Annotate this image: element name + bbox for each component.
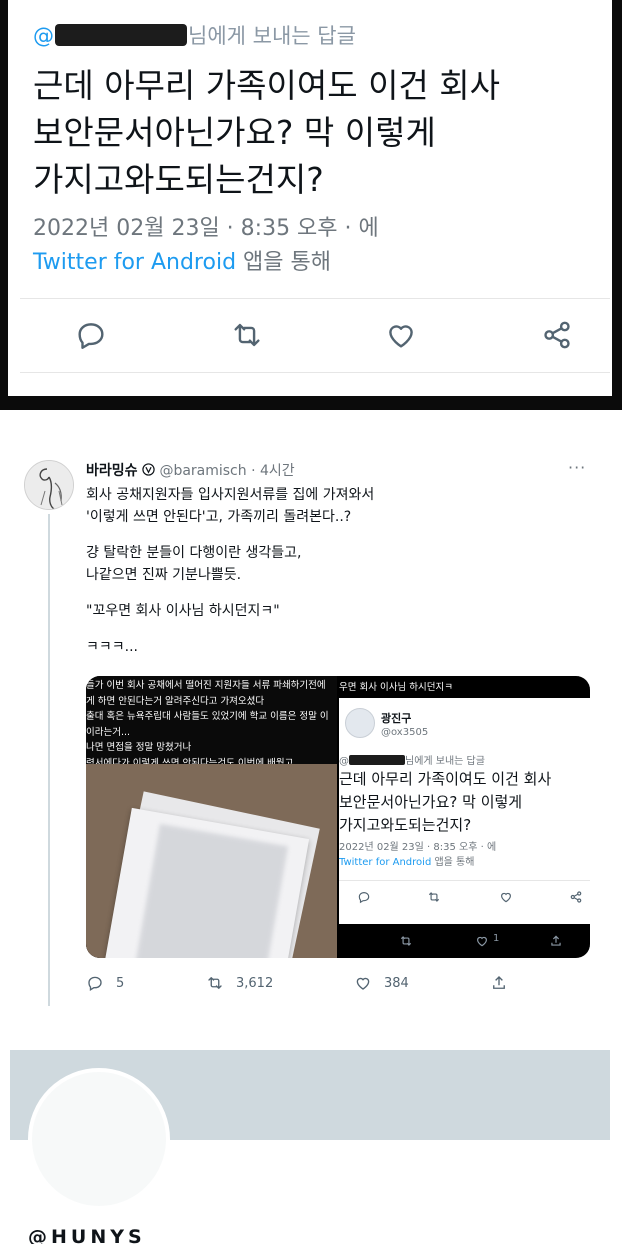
- frame-border-bottom: [0, 396, 622, 410]
- upload-icon: [493, 976, 505, 989]
- media-image-left[interactable]: 들가 이번 회사 공채에서 떨어진 지원자들 서류 파쇄하기전에 게 하면 안된…: [86, 676, 337, 958]
- reply-button[interactable]: [74, 318, 108, 352]
- document-photo: [86, 764, 337, 958]
- retweet-button[interactable]: 3,612: [206, 972, 273, 994]
- like-button[interactable]: [384, 318, 418, 352]
- tweet-meta: 2022년 02월 23일 · 8:35 오후 · 에 Twitter for …: [339, 840, 496, 870]
- profile-header: @HUNYS: [0, 1048, 622, 1244]
- like-icon: [356, 977, 370, 990]
- tweet-line: ㅋㅋㅋ...: [86, 639, 138, 655]
- reply-context: @ 님에게 보내는 답글: [339, 752, 485, 767]
- like-count: 1: [493, 933, 500, 944]
- tweet: 바라밍슈 @baramisch · 4시간 ··· 회사 공채지원자들 입사지원…: [0, 448, 622, 1028]
- avatar: [345, 708, 375, 738]
- retweet-icon: [208, 977, 222, 989]
- user-handle[interactable]: @baramisch: [159, 463, 246, 479]
- retweet-icon: [400, 936, 412, 946]
- display-name[interactable]: 바라밍슈: [86, 463, 138, 479]
- reply-icon: [88, 976, 102, 991]
- tweet-meta: 2022년 02월 23일 · 8:35 오후 · 에 Twitter for …: [33, 212, 379, 280]
- reply-icon: [78, 323, 104, 349]
- divider: [20, 298, 610, 299]
- media-caption: 들가 이번 회사 공채에서 떨어진 지원자들 서류 파쇄하기전에 게 하면 안된…: [86, 678, 337, 771]
- reply-button[interactable]: 5: [86, 972, 124, 994]
- media-caption-line: 나면 면접을 정말 망쳤거나: [86, 742, 192, 753]
- verified-badge-icon: [142, 463, 155, 476]
- tweet-time[interactable]: · 4시간: [247, 463, 295, 479]
- media-caption-line: 들가 이번 회사 공채에서 떨어진 지원자들 서류 파쇄하기전에: [86, 680, 326, 691]
- reply-mention-at: @: [339, 756, 349, 767]
- media-image-right[interactable]: 우면 회사 이사님 하시던지ㅋ 광진구 @ox3505 @ 님에게 보내는 답글 …: [339, 676, 590, 958]
- like-count: 384: [384, 975, 409, 991]
- display-name: 광진구: [381, 712, 412, 725]
- tweet-body-line: 가지고와도되는건지?: [339, 816, 472, 834]
- source-suffix: 앱을 통해: [431, 857, 475, 868]
- blurred-form: [133, 823, 289, 958]
- media-action-row: [339, 888, 590, 908]
- divider: [20, 372, 610, 373]
- tweet-line: 걍 탈락한 분들이 다행이란 생각들고,: [86, 545, 302, 561]
- divider: [339, 880, 590, 881]
- source-link[interactable]: Twitter for Android: [33, 250, 236, 275]
- share-button[interactable]: [540, 318, 574, 352]
- tweet-line: '이렇게 쓰면 안된다'고, 가족끼리 돌려본다..?: [86, 509, 352, 525]
- tweet-actions: 5 3,612 384: [86, 972, 566, 994]
- reply-mention-at[interactable]: @: [33, 24, 54, 48]
- reply-count: 5: [116, 975, 125, 991]
- tweet-timestamp: 2022년 02월 23일 · 8:35 오후 · 에: [339, 842, 497, 853]
- like-icon: [501, 892, 511, 903]
- frame-border-left: [0, 0, 8, 410]
- source-suffix: 앱을 통해: [236, 250, 331, 275]
- tweet-body: 근데 아무리 가족이여도 이건 회사 보안문서아닌가요? 막 이렇게 가지고와도…: [339, 768, 590, 837]
- reply-context-suffix: 님에게 보내는 답글: [405, 756, 485, 767]
- tweet-timestamp[interactable]: 2022년 02월 23일 · 8:35 오후 · 에: [33, 212, 379, 246]
- avatar-sketch-icon: [25, 461, 73, 509]
- more-options-button[interactable]: ···: [568, 458, 586, 477]
- media-caption-line: 출대 혹은 뉴욕주립대 사람들도 있었기에 학교 이름은 정말 이: [86, 711, 329, 722]
- avatar[interactable]: [24, 460, 74, 510]
- retweet-button[interactable]: [230, 318, 264, 352]
- upload-icon: [551, 935, 561, 946]
- profile-avatar[interactable]: [28, 1068, 170, 1210]
- share-icon: [544, 321, 570, 349]
- tweet-media[interactable]: 들가 이번 회사 공채에서 떨어진 지원자들 서류 파쇄하기전에 게 하면 안된…: [86, 676, 590, 958]
- media-top-text: 우면 회사 이사님 하시던지ㅋ: [339, 682, 453, 693]
- frame-border-right: [612, 0, 622, 410]
- tweet-body-line: 보안문서아닌가요? 막 이렇게: [33, 113, 436, 152]
- like-button[interactable]: 384: [354, 972, 409, 994]
- retweet-count: 3,612: [236, 975, 274, 991]
- media-caption-line: 게 하면 안된다는거 알려주신다고 가져오셨다: [86, 695, 265, 707]
- user-handle: @ox3505: [381, 727, 429, 738]
- media-top-strip: 우면 회사 이사님 하시던지ㅋ: [339, 676, 590, 698]
- tweet-text: 회사 공채지원자들 입사지원서류를 집에 가져와서 '이렇게 쓰면 안된다'고,…: [86, 484, 586, 658]
- share-icon: [570, 891, 582, 903]
- source-link: Twitter for Android: [339, 857, 432, 868]
- tweet-author[interactable]: 바라밍슈 @baramisch · 4시간: [86, 460, 295, 480]
- reply-context: @ 님에게 보내는 답글: [33, 20, 356, 50]
- tweet-line: "꼬우면 회사 이사님 하시던지ㅋ": [86, 603, 280, 619]
- media-caption-line: 이라는거...: [86, 726, 131, 738]
- reply-context-suffix: 님에게 보내는 답글: [188, 24, 356, 48]
- redacted-username: [349, 755, 405, 765]
- tweet-body-line: 가지고와도되는건지?: [33, 160, 324, 199]
- like-icon: [477, 936, 487, 947]
- redacted-username: [55, 24, 187, 46]
- media-bottom-bar: 1: [339, 924, 590, 958]
- like-icon: [389, 325, 413, 348]
- reply-icon: [358, 892, 370, 904]
- tweet-line: 나같으면 진짜 기분나쁠듯.: [86, 567, 242, 583]
- thread-line: [48, 514, 50, 1006]
- tweet-line: 회사 공채지원자들 입사지원서류를 집에 가져와서: [86, 487, 375, 503]
- retweet-icon: [428, 892, 440, 902]
- retweet-icon: [234, 323, 260, 347]
- quoted-reply-tweet: @ 님에게 보내는 답글 근데 아무리 가족이여도 이건 회사 보안문서아닌가요?…: [0, 0, 622, 410]
- tweet-body-line: 근데 아무리 가족이여도 이건 회사: [33, 66, 500, 105]
- tweet-body-line: 보안문서아닌가요? 막 이렇게: [339, 793, 523, 811]
- share-button[interactable]: [490, 972, 508, 994]
- tweet-body-line: 근데 아무리 가족이여도 이건 회사: [339, 770, 552, 788]
- tweet-body: 근데 아무리 가족이여도 이건 회사 보안문서아닌가요? 막 이렇게 가지고와도…: [33, 62, 593, 203]
- profile-handle: @HUNYS: [28, 1226, 146, 1244]
